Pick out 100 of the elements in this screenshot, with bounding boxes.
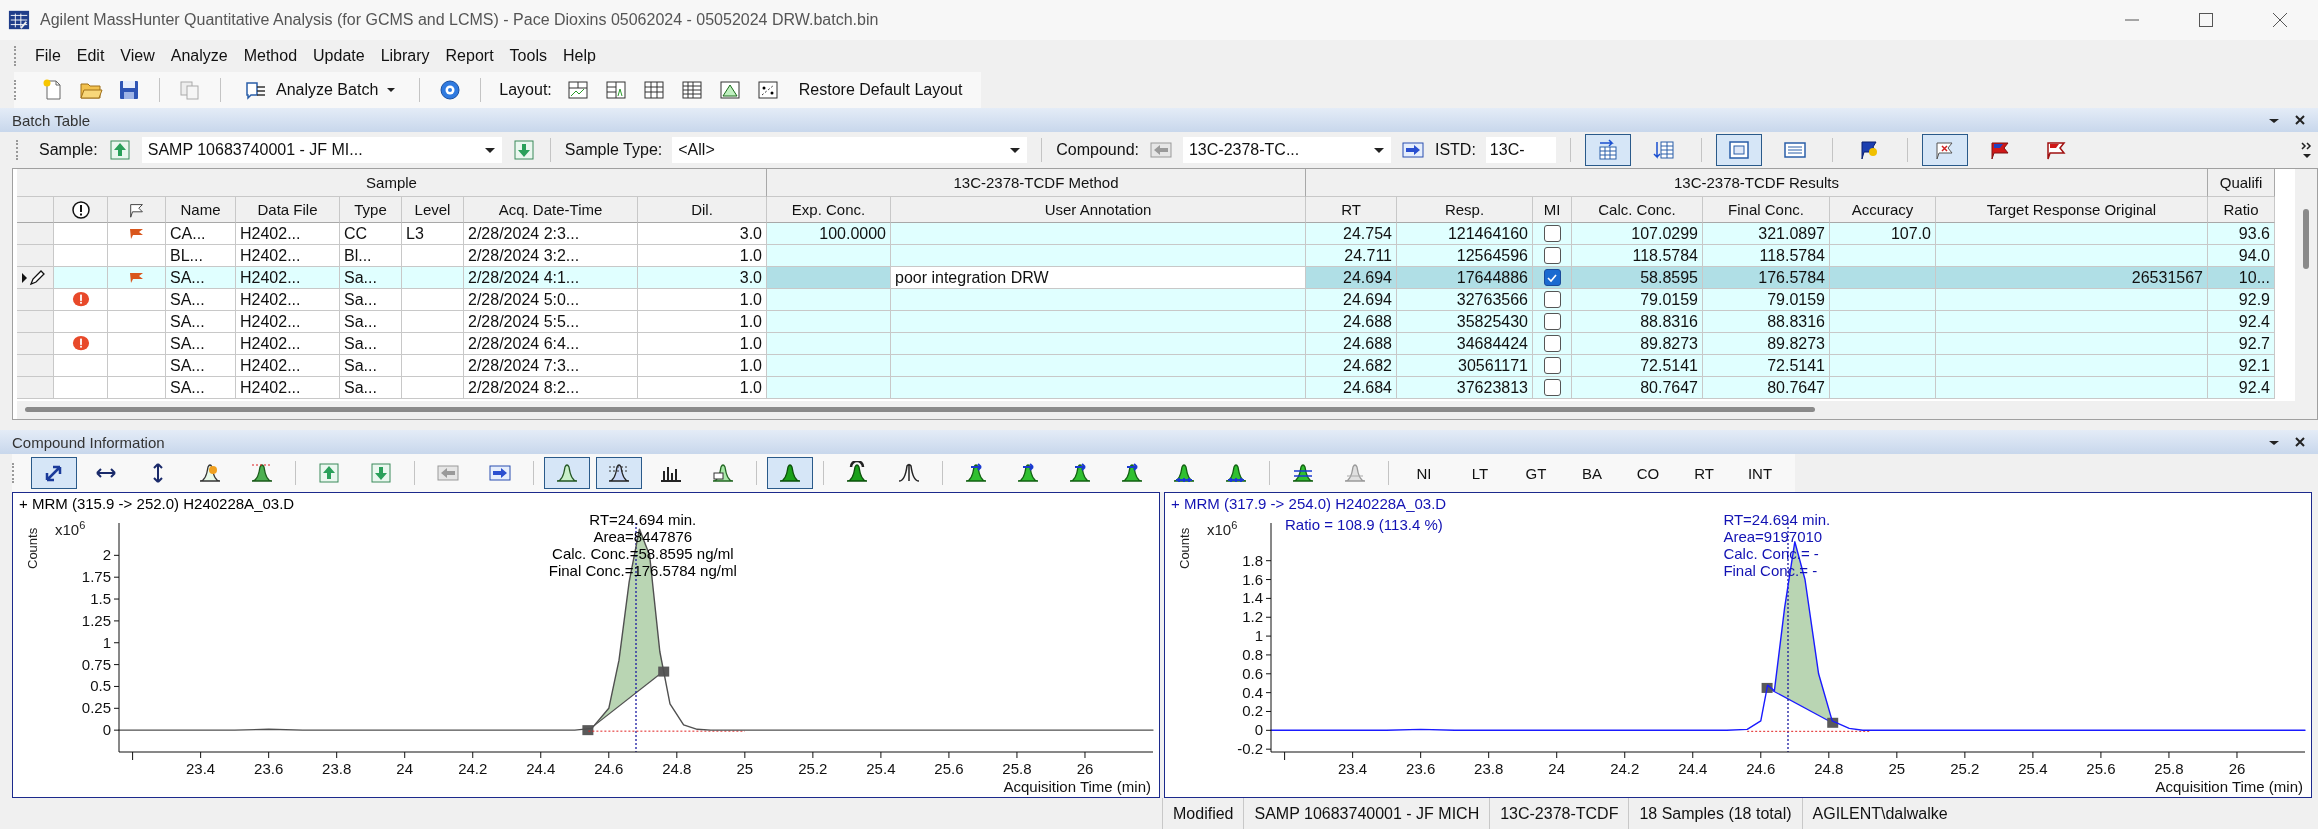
panel-title: Batch Table — [12, 111, 91, 129]
layout-icon[interactable] — [717, 78, 742, 102]
column-header[interactable]: Accuracy — [1830, 197, 1936, 223]
table-corner — [17, 197, 54, 223]
row-header[interactable] — [17, 267, 54, 289]
column-header[interactable]: Type — [340, 197, 402, 223]
table-cell: 72.5141 — [1572, 355, 1703, 377]
tick-label: 23.6 — [254, 760, 284, 777]
column-header[interactable]: RT — [1306, 197, 1397, 223]
column-header[interactable]: Resp. — [1397, 197, 1533, 223]
column-header[interactable]: Calc. Conc. — [1572, 197, 1703, 223]
axis-title: Counts — [25, 527, 40, 569]
table-cell: 2/28/2024 8:2... — [464, 377, 638, 399]
table-cell: 24.688 — [1306, 311, 1397, 333]
column-header[interactable]: Final Conc. — [1703, 197, 1830, 223]
scrollbar[interactable] — [2295, 169, 2317, 419]
mode-button[interactable]: CO — [1623, 457, 1673, 489]
menu-item[interactable]: Analyze — [162, 47, 236, 65]
restore-layout-button[interactable]: Restore Default Layout — [793, 78, 968, 102]
column-header[interactable]: MI — [1533, 197, 1572, 223]
column-header[interactable]: User Annotation — [891, 197, 1306, 223]
checkbox[interactable] — [1543, 269, 1561, 286]
column-header[interactable]: Ratio — [2208, 197, 2275, 223]
checkbox[interactable] — [1543, 247, 1561, 264]
mode-button[interactable]: INT — [1735, 457, 1785, 489]
column-header[interactable] — [54, 197, 108, 223]
table-cell: 24.684 — [1306, 377, 1397, 399]
tick-label: 24 — [396, 760, 414, 777]
mode-button[interactable]: NI — [1399, 457, 1449, 489]
menu-item[interactable]: Edit — [68, 47, 113, 65]
mode-button[interactable]: GT — [1511, 457, 1561, 489]
tick-label: 0.75 — [81, 655, 111, 673]
compound-dropdown[interactable]: 13C-2378-TC... — [1182, 137, 1391, 163]
menu-item[interactable]: Tools — [501, 47, 555, 65]
table-cell: 80.7647 — [1572, 377, 1703, 399]
close-icon[interactable] — [2294, 436, 2306, 448]
table-cell: 79.0159 — [1703, 289, 1830, 311]
tick-label: 1 — [102, 633, 111, 651]
column-header[interactable]: Acq. Date-Time — [464, 197, 638, 223]
checkbox[interactable] — [1543, 313, 1561, 330]
help-icon[interactable] — [438, 78, 463, 102]
sample-dropdown[interactable]: SAMP 10683740001 - JF MI... — [141, 137, 502, 163]
table-cell — [402, 333, 464, 355]
layout-icon[interactable] — [755, 78, 780, 102]
column-header[interactable]: Dil. — [638, 197, 767, 223]
menu-item[interactable]: Report — [437, 47, 502, 65]
tick-label: 24.4 — [526, 760, 556, 777]
tick-label: 2 — [102, 546, 111, 564]
mode-button[interactable]: RT — [1679, 457, 1729, 489]
save-icon[interactable] — [117, 78, 141, 102]
layout-icon[interactable] — [641, 78, 666, 102]
table-cell — [402, 377, 464, 399]
tick-label: 1.2 — [1242, 608, 1263, 626]
table-cell: 3.0 — [638, 223, 767, 245]
tick-label: 0.4 — [1242, 683, 1263, 701]
menu-item[interactable]: File — [27, 47, 69, 65]
table-cell: 92.4 — [2208, 377, 2275, 399]
mode-button[interactable]: BA — [1567, 457, 1617, 489]
status-text: AGILENT\dalwalke — [1801, 798, 1958, 829]
view-button[interactable] — [1584, 134, 1631, 166]
chart-tool-button[interactable] — [596, 457, 642, 489]
table-cell: 80.7647 — [1703, 377, 1830, 399]
checkbox[interactable] — [1543, 335, 1561, 352]
column-header[interactable]: Data File — [236, 197, 340, 223]
column-header[interactable]: Name — [166, 197, 236, 223]
view-button[interactable] — [1921, 134, 1968, 166]
scrollbar[interactable] — [17, 401, 2295, 419]
menu-item[interactable]: Help — [554, 47, 604, 65]
peak-arrow-icon — [1120, 461, 1144, 485]
table-cell: SA... — [166, 333, 236, 355]
menu-item[interactable]: Library — [372, 47, 438, 65]
menu-item[interactable]: Update — [305, 47, 373, 65]
tick-label: 1.4 — [1242, 589, 1263, 607]
table-cell: 88.8316 — [1572, 311, 1703, 333]
table-cell: H2402... — [236, 289, 340, 311]
edit-row-icon — [21, 269, 45, 286]
column-header[interactable]: Level — [402, 197, 464, 223]
view-button[interactable] — [1715, 134, 1762, 166]
close-icon[interactable] — [2270, 10, 2290, 30]
table-cell: 92.4 — [2208, 311, 2275, 333]
analyze-batch-button[interactable]: Analyze Batch — [239, 75, 402, 105]
checkbox[interactable] — [1543, 225, 1561, 242]
close-icon[interactable] — [2294, 114, 2306, 126]
layout-icon[interactable] — [679, 78, 704, 102]
sample-type-dropdown[interactable]: <All> — [672, 137, 1028, 163]
checkbox[interactable] — [1543, 379, 1561, 396]
column-header[interactable]: Exp. Conc. — [767, 197, 891, 223]
maximize-icon[interactable] — [2196, 10, 2216, 30]
menu-item[interactable]: Method — [235, 47, 306, 65]
table-cell: Sa... — [340, 333, 402, 355]
checkbox[interactable] — [1543, 291, 1561, 308]
table-cell: 2/28/2024 6:4... — [464, 333, 638, 355]
chart-tool-button[interactable] — [31, 457, 77, 489]
menu-item[interactable]: View — [112, 47, 163, 65]
layout-icon[interactable] — [603, 78, 628, 102]
layout-icon[interactable] — [565, 78, 590, 102]
istd-field[interactable]: 13C- — [1485, 137, 1556, 163]
checkbox[interactable] — [1543, 357, 1561, 374]
column-header[interactable]: Target Response Original — [1936, 197, 2208, 223]
mode-button[interactable]: LT — [1455, 457, 1505, 489]
